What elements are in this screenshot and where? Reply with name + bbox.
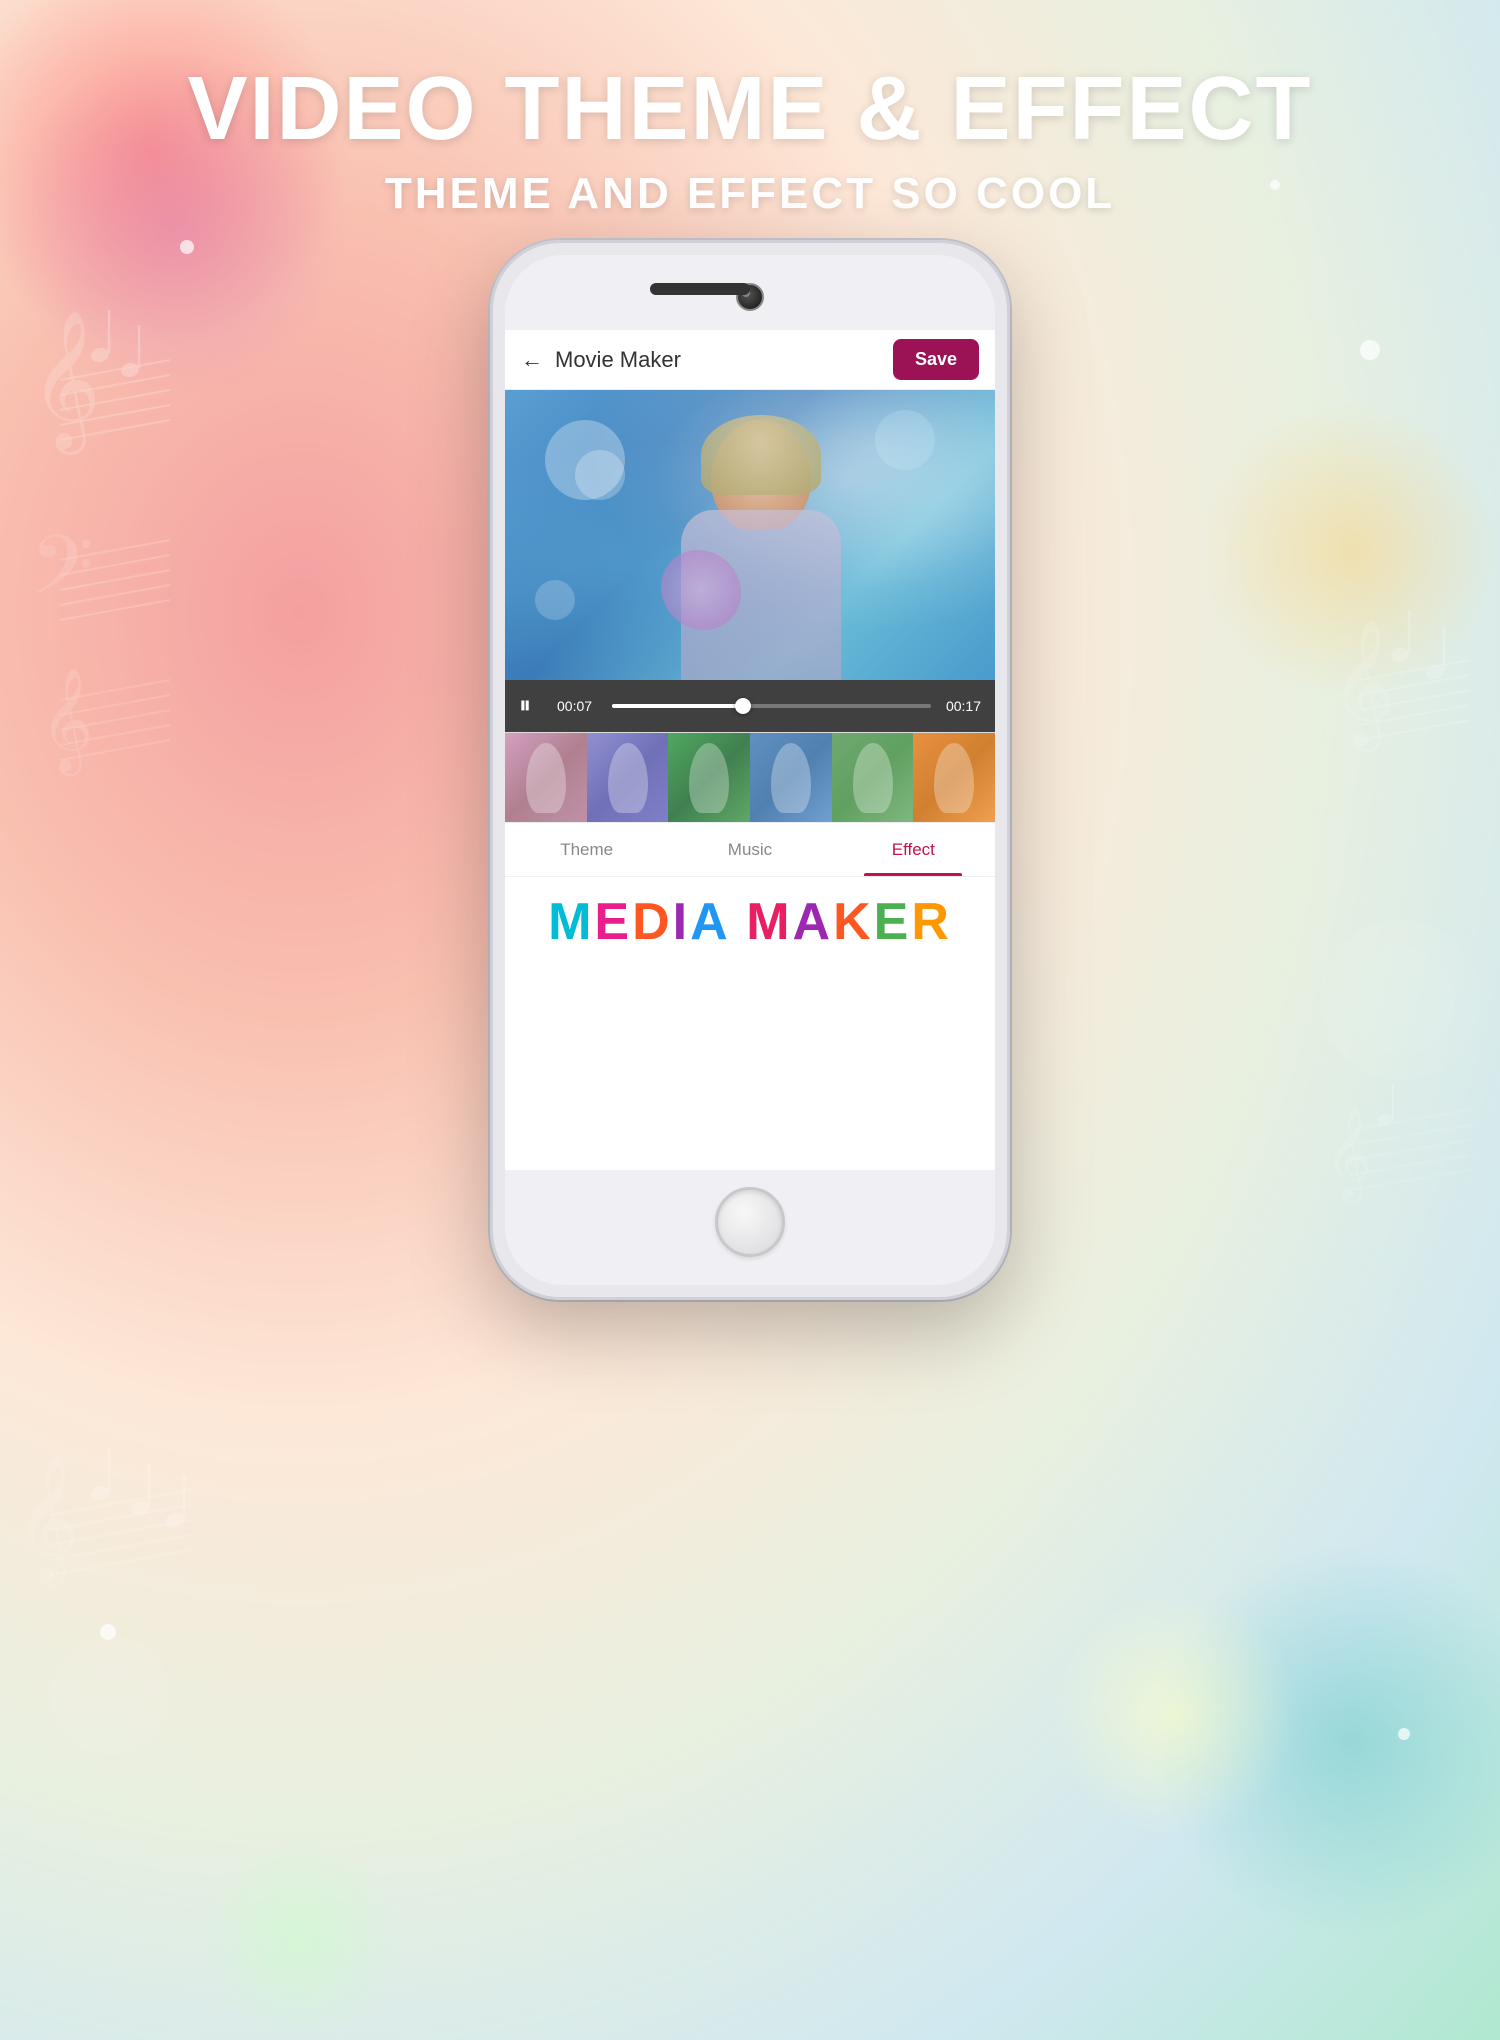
app-header: ← Movie Maker Save <box>505 330 995 390</box>
back-button[interactable]: ← <box>521 347 543 373</box>
music-notes-right: 𝄞 𝄞 <box>1320 600 1480 1305</box>
letter-A: A <box>690 893 729 951</box>
thumbnail-1[interactable] <box>505 733 587 822</box>
video-photo <box>505 390 995 680</box>
progress-bar[interactable] <box>612 704 931 708</box>
tab-music-label: Music <box>728 840 772 860</box>
thumbnails-strip <box>505 732 995 822</box>
progress-fill <box>612 704 743 708</box>
letter-M: M <box>548 893 594 951</box>
app-title: Movie Maker <box>555 347 893 373</box>
thumbnail-6[interactable] <box>913 733 995 822</box>
letter-R: R <box>911 893 952 951</box>
svg-text:𝄞: 𝄞 <box>1330 621 1395 752</box>
phone-device: ← Movie Maker Save <box>490 240 1010 1300</box>
woman-silhouette <box>651 420 871 680</box>
time-current: 00:07 <box>557 698 602 714</box>
save-button[interactable]: Save <box>893 339 979 380</box>
music-notes-bottom-left: 𝄞 <box>10 1435 210 1840</box>
bg-blob-6 <box>200 1840 400 2040</box>
phone-speaker <box>650 283 750 295</box>
tab-theme[interactable]: Theme <box>505 823 668 876</box>
tab-active-indicator <box>864 873 962 876</box>
thumbnail-5[interactable] <box>832 733 914 822</box>
svg-text:𝄞: 𝄞 <box>40 669 93 776</box>
media-maker-text: MEDIA MAKER <box>548 892 952 952</box>
tab-music[interactable]: Music <box>668 823 831 876</box>
tab-effect-label: Effect <box>892 840 935 860</box>
tab-theme-label: Theme <box>560 840 613 860</box>
sub-title: THEME AND EFFECT SO COOL <box>0 169 1500 219</box>
dot-decoration <box>1360 340 1380 360</box>
video-controls: ⏸ 00:07 00:17 <box>505 680 995 732</box>
time-total: 00:17 <box>941 698 981 714</box>
letter-E2: E <box>874 893 912 951</box>
thumbnail-2[interactable] <box>587 733 669 822</box>
letter-D: D <box>632 893 673 951</box>
media-maker-area: MEDIA MAKER <box>505 876 995 966</box>
letter-E: E <box>594 893 632 951</box>
music-notes-left: 𝄞 𝄢 𝄞 <box>20 300 180 805</box>
svg-text:𝄞: 𝄞 <box>1325 1108 1372 1203</box>
thumbnail-4[interactable] <box>750 733 832 822</box>
dot-decoration <box>180 240 194 254</box>
dot-decoration <box>1398 1728 1410 1740</box>
phone-wrapper: ← Movie Maker Save <box>490 240 1010 1300</box>
video-area <box>505 390 995 680</box>
main-title: VIDEO THEME & EFFECT <box>0 60 1500 159</box>
bottom-tabs: Theme Music Effect <box>505 822 995 876</box>
letter-K: M <box>746 893 792 951</box>
letter-I: I <box>673 893 690 951</box>
phone-screen: ← Movie Maker Save <box>505 330 995 1170</box>
phone-home-button[interactable] <box>715 1187 785 1257</box>
letter-K2: K <box>833 893 874 951</box>
letter-A2: A <box>793 893 834 951</box>
thumbnail-3[interactable] <box>668 733 750 822</box>
top-text-section: VIDEO THEME & EFFECT THEME AND EFFECT SO… <box>0 60 1500 219</box>
progress-thumb <box>735 698 751 714</box>
play-pause-button[interactable]: ⏸ <box>519 692 547 720</box>
phone-inner: ← Movie Maker Save <box>505 255 995 1285</box>
tab-effect[interactable]: Effect <box>832 823 995 876</box>
svg-text:𝄞: 𝄞 <box>15 1456 80 1587</box>
bg-blob-5 <box>1050 1590 1300 1840</box>
